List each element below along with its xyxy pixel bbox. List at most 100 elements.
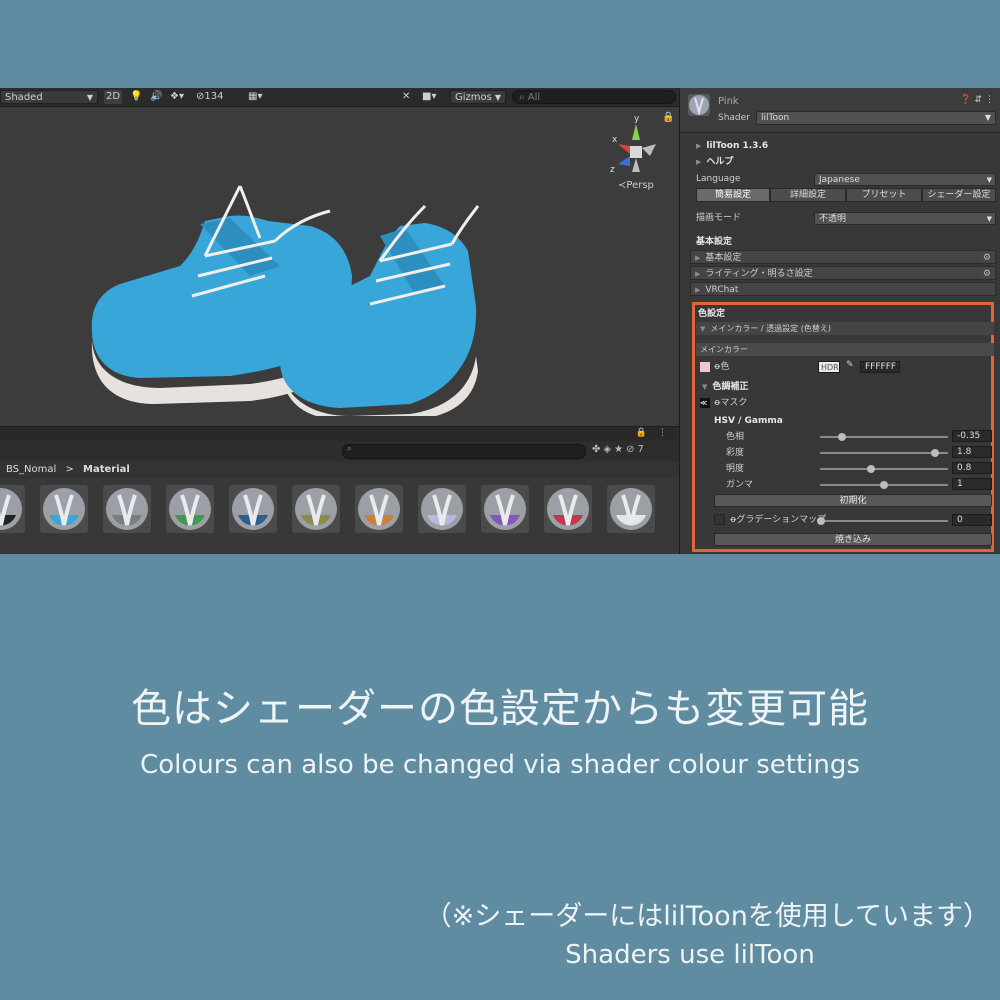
- favorite-icon[interactable]: ★: [614, 444, 626, 455]
- material-item[interactable]: Purple: [478, 485, 532, 554]
- persp-label[interactable]: ≺Persp: [618, 180, 654, 191]
- scene-search-input[interactable]: ⌕ All: [512, 90, 676, 104]
- language-value: Japanese: [819, 175, 860, 185]
- breadcrumb-folder[interactable]: BS_Nomal: [0, 464, 56, 475]
- inspector-header-icons[interactable]: ❓⇵⋮: [960, 95, 997, 105]
- slider-track[interactable]: [820, 452, 948, 454]
- project-search-input[interactable]: ⌕: [342, 444, 586, 459]
- material-item[interactable]: Blue: [37, 485, 91, 554]
- shading-mode-dropdown[interactable]: Shaded ▼: [0, 90, 98, 104]
- foldout-icon: ▶: [695, 286, 701, 294]
- render-mode-label: 描画モード: [696, 213, 742, 223]
- slider-value-field[interactable]: 1.8: [952, 446, 992, 458]
- material-item[interactable]: Red: [541, 485, 595, 554]
- shading-mode-label: Shaded: [5, 92, 43, 103]
- fold-lighting-label: ライティング・明るさ設定: [705, 269, 813, 279]
- breadcrumb-current[interactable]: Material: [77, 464, 130, 475]
- main-color-foldout[interactable]: ▼ メインカラー / 透過設定 (色替え): [696, 322, 994, 335]
- unity-editor: Shaded ▼ 2D 💡 🔊 ❖▾ ⊘134 ▦▾ ✕ ■▾ Gizmos ▼ ⌕…: [0, 88, 1000, 554]
- audio-icon[interactable]: 🔊: [150, 90, 164, 104]
- visibility-icon[interactable]: ⊘: [626, 444, 637, 455]
- gizmos-dropdown[interactable]: Gizmos ▼: [450, 90, 506, 104]
- gizmo-z-label: z: [610, 165, 615, 175]
- gradation-value-field[interactable]: 0: [952, 514, 992, 526]
- gear-icon[interactable]: ⚙: [983, 251, 991, 265]
- tab-advanced[interactable]: 詳細設定: [770, 188, 846, 202]
- mask-row: ≪ ꝋマスク: [700, 395, 1000, 411]
- material-item[interactable]: Indigo: [226, 485, 280, 554]
- reset-button[interactable]: 初期化: [714, 494, 992, 507]
- material-thumbnail: [166, 485, 214, 533]
- color-hex-field[interactable]: FFFFFF: [860, 361, 900, 373]
- project-window-controls[interactable]: 🔒 ⋮: [636, 428, 671, 438]
- more-icon[interactable]: ⋮: [985, 95, 997, 105]
- gear-icon[interactable]: ⚙: [983, 267, 991, 281]
- material-item[interactable]: ck: [0, 485, 28, 554]
- material-item[interactable]: Gray: [100, 485, 154, 554]
- gradation-slider-track[interactable]: [820, 520, 948, 522]
- inspector-header: Pink ❓⇵⋮ Shader lilToon ▼: [680, 88, 1000, 133]
- material-thumbnail: [481, 485, 529, 533]
- lighting-icon[interactable]: 💡: [130, 90, 144, 104]
- version-row[interactable]: ▶ lilToon 1.3.6: [696, 138, 1000, 154]
- scene-toolbar: Shaded ▼ 2D 💡 🔊 ❖▾ ⊘134 ▦▾ ✕ ■▾ Gizmos ▼ ⌕…: [0, 88, 679, 107]
- eyedropper-icon[interactable]: ✎: [846, 360, 854, 370]
- main-color-sub-label: メインカラー: [700, 345, 748, 354]
- lock-icon[interactable]: 🔒: [636, 428, 651, 438]
- material-item[interactable]: Olive: [289, 485, 343, 554]
- slider-value-field[interactable]: -0.35: [952, 430, 992, 442]
- preset-icon[interactable]: ⇵: [974, 95, 985, 105]
- more-icon[interactable]: ⋮: [658, 428, 671, 438]
- tab-shader-settings[interactable]: シェーダー設定: [922, 188, 996, 202]
- slider-value-field[interactable]: 0.8: [952, 462, 992, 474]
- gradation-slider-knob[interactable]: [817, 517, 825, 525]
- slider-track[interactable]: [820, 468, 948, 470]
- material-item[interactable]: Orange: [352, 485, 406, 554]
- help-icon[interactable]: ❓: [960, 95, 974, 105]
- material-thumbnail: [40, 485, 88, 533]
- render-mode-dropdown[interactable]: 不透明 ▼: [814, 212, 996, 225]
- camera-icon[interactable]: ■▾: [422, 90, 446, 104]
- basic-section-label: 基本設定: [696, 237, 733, 247]
- language-label: Language: [696, 174, 741, 184]
- effects-icon[interactable]: ❖▾: [170, 90, 190, 104]
- texture-slot-icon[interactable]: [700, 361, 710, 372]
- persp-text: Persp: [626, 180, 654, 191]
- slider-value-field[interactable]: 1: [952, 478, 992, 490]
- tone-correction-row[interactable]: ▼ 色調補正: [702, 379, 1000, 395]
- material-thumbnail: [607, 485, 655, 533]
- material-thumbnail: [103, 485, 151, 533]
- material-item[interactable]: White: [604, 485, 658, 554]
- filter-type-icon[interactable]: ✤: [592, 444, 603, 455]
- sneakers-model[interactable]: [80, 126, 480, 416]
- language-dropdown[interactable]: Japanese ▼: [814, 173, 996, 186]
- orientation-gizmo[interactable]: y x z: [600, 110, 670, 210]
- bake-button[interactable]: 焼き込み: [714, 533, 992, 546]
- 2d-toggle[interactable]: 2D: [104, 90, 122, 104]
- label-icon[interactable]: ◈: [603, 444, 614, 455]
- lock-icon[interactable]: 🔒: [662, 112, 674, 123]
- hsv-label: HSV / Gamma: [714, 416, 783, 426]
- search-icon: ⌕: [347, 444, 353, 454]
- gizmos-label: Gizmos: [455, 92, 492, 103]
- material-item[interactable]: Pink: [415, 485, 469, 554]
- slider-knob[interactable]: [880, 481, 888, 489]
- material-item[interactable]: Green: [163, 485, 217, 554]
- material-thumbnail: [544, 485, 592, 533]
- fold-basic[interactable]: ▶ 基本設定 ⚙: [690, 250, 996, 264]
- hidden-objects-counter[interactable]: ⊘134: [196, 90, 244, 104]
- tab-simple[interactable]: 簡易設定: [696, 188, 770, 202]
- shader-dropdown[interactable]: lilToon ▼: [756, 111, 996, 125]
- tools-icon[interactable]: ✕: [402, 90, 416, 104]
- fold-lighting[interactable]: ▶ ライティング・明るさ設定 ⚙: [690, 266, 996, 280]
- tab-preset[interactable]: プリセット: [846, 188, 922, 202]
- fold-vrchat[interactable]: ▶ VRChat: [690, 282, 996, 296]
- mask-texture-icon[interactable]: ≪: [700, 397, 710, 408]
- item-count: 7: [637, 444, 647, 455]
- scene-view[interactable]: Shaded ▼ 2D 💡 🔊 ❖▾ ⊘134 ▦▾ ✕ ■▾ Gizmos ▼ ⌕…: [0, 88, 679, 426]
- project-filter-tools[interactable]: ✤◈★⊘7: [592, 444, 647, 455]
- hdr-badge[interactable]: HDR: [818, 361, 840, 373]
- gradation-checkbox[interactable]: [714, 514, 725, 525]
- help-row[interactable]: ▶ ヘルプ: [696, 154, 1000, 170]
- grid-icon[interactable]: ▦▾: [248, 90, 274, 104]
